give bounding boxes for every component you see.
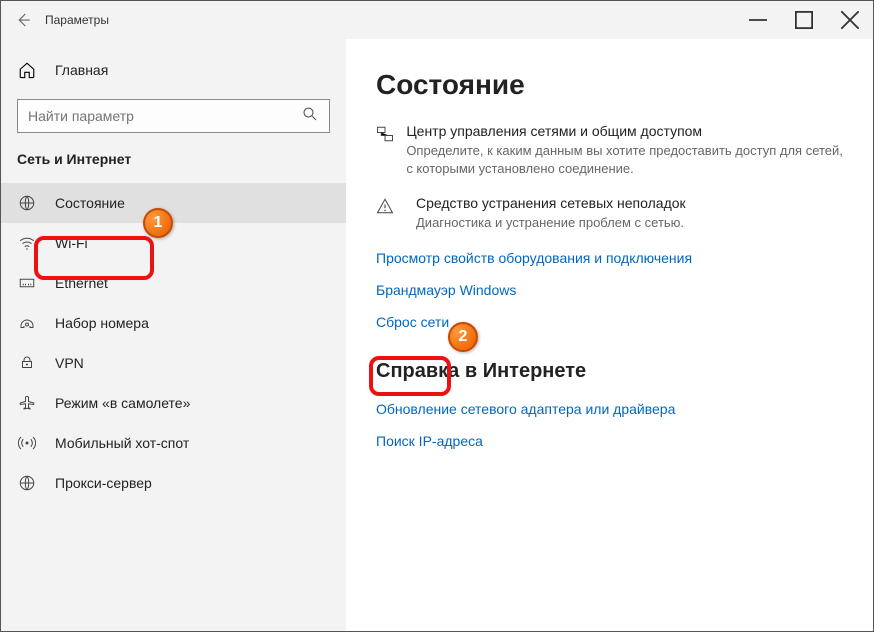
nav-item-label: Прокси-сервер <box>55 475 152 491</box>
maximize-button[interactable] <box>781 1 827 39</box>
nav-item-wifi[interactable]: Wi-Fi <box>1 223 346 263</box>
link-hardware-properties[interactable]: Просмотр свойств оборудования и подключе… <box>376 250 843 266</box>
help-link-find-ip[interactable]: Поиск IP-адреса <box>376 433 843 449</box>
back-button[interactable] <box>1 1 45 39</box>
annotation-badge-1: 1 <box>143 208 173 238</box>
nav-item-label: VPN <box>55 355 84 371</box>
category-title: Сеть и Интернет <box>1 151 346 167</box>
close-icon <box>841 11 859 29</box>
main-content: Состояние Центр управления сетями и общи… <box>346 39 873 631</box>
minimize-icon <box>749 11 767 29</box>
close-button[interactable] <box>827 1 873 39</box>
nav-item-label: Ethernet <box>55 275 108 291</box>
proxy-icon <box>17 474 37 492</box>
nav-item-airplane[interactable]: Режим «в самолете» <box>1 383 346 423</box>
setting-row-title: Центр управления сетями и общим доступом <box>406 123 843 139</box>
link-list: Просмотр свойств оборудования и подключе… <box>376 250 843 330</box>
help-title: Справка в Интернете <box>376 360 843 383</box>
search-box[interactable] <box>17 99 330 133</box>
setting-row-title: Средство устранения сетевых неполадок <box>416 195 686 211</box>
annotation-badge-2: 2 <box>448 322 478 352</box>
link-firewall[interactable]: Брандмауэр Windows <box>376 282 843 298</box>
vpn-icon <box>17 354 37 372</box>
airplane-icon <box>17 394 37 412</box>
setting-row-troubleshoot[interactable]: Средство устранения сетевых неполадок Ди… <box>376 195 843 232</box>
maximize-icon <box>795 11 813 29</box>
page-title: Состояние <box>376 69 843 101</box>
app-title: Параметры <box>45 13 109 27</box>
setting-row-desc: Диагностика и устранение проблем с сетью… <box>416 214 686 232</box>
dialup-icon <box>17 314 37 332</box>
hotspot-icon <box>17 434 37 452</box>
setting-row-sharing[interactable]: Центр управления сетями и общим доступом… <box>376 123 843 177</box>
nav-item-label: Состояние <box>55 195 125 211</box>
network-sharing-icon <box>376 123 394 177</box>
nav-item-dialup[interactable]: Набор номера <box>1 303 346 343</box>
arrow-left-icon <box>14 11 32 29</box>
sidebar-home-label: Главная <box>55 62 108 78</box>
titlebar: Параметры <box>1 1 873 39</box>
search-input[interactable] <box>28 108 301 124</box>
window-controls <box>735 1 873 39</box>
warning-icon <box>376 195 404 232</box>
minimize-button[interactable] <box>735 1 781 39</box>
setting-row-desc: Определите, к каким данным вы хотите пре… <box>406 142 843 177</box>
help-link-update-adapter[interactable]: Обновление сетевого адаптера или драйвер… <box>376 401 843 417</box>
globe-icon <box>17 194 37 212</box>
nav-item-label: Мобильный хот-спот <box>55 435 189 451</box>
link-network-reset[interactable]: Сброс сети <box>376 314 843 330</box>
nav-item-hotspot[interactable]: Мобильный хот-спот <box>1 423 346 463</box>
home-icon <box>17 61 37 79</box>
wifi-icon <box>17 234 37 252</box>
help-link-list: Обновление сетевого адаптера или драйвер… <box>376 401 843 449</box>
nav-list: Состояние Wi-Fi Ethernet Набор номера VP… <box>1 183 346 503</box>
nav-item-label: Wi-Fi <box>55 235 88 251</box>
nav-item-vpn[interactable]: VPN <box>1 343 346 383</box>
search-icon <box>301 105 319 128</box>
nav-item-label: Набор номера <box>55 315 149 331</box>
sidebar: Главная Сеть и Интернет Состояние Wi-Fi … <box>1 39 346 631</box>
ethernet-icon <box>17 274 37 292</box>
nav-item-proxy[interactable]: Прокси-сервер <box>1 463 346 503</box>
sidebar-home[interactable]: Главная <box>1 53 346 87</box>
nav-item-status[interactable]: Состояние <box>1 183 346 223</box>
nav-item-ethernet[interactable]: Ethernet <box>1 263 346 303</box>
nav-item-label: Режим «в самолете» <box>55 395 190 411</box>
